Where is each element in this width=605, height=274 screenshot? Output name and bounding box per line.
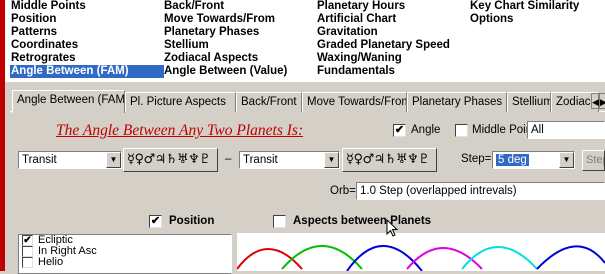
step-value: 5 deg <box>496 154 529 166</box>
range-value: All <box>531 124 544 136</box>
ecliptic-checkbox[interactable]: ✔ <box>22 235 33 246</box>
angle-checkbox[interactable]: ✔ <box>393 124 406 137</box>
menu-column-3: Planetary Hours Artificial Chart Gravita… <box>316 0 450 78</box>
step-select[interactable]: 5 deg ▼ <box>492 151 575 169</box>
aspects-between-planets-label: Aspects between Planets <box>293 215 432 227</box>
planet-glyphs-icon: ☿♀♂♃♄♅♆♇ <box>127 152 211 167</box>
tab-move-towards-from[interactable]: Move Towards/From <box>302 92 407 112</box>
coordinate-system-list[interactable]: ✔ Ecliptic In Right Asc Helio <box>18 234 232 274</box>
menu-item-waxing-waning[interactable]: Waxing/Waning <box>316 52 450 65</box>
menu-item-move-towards-from[interactable]: Move Towards/From <box>163 13 287 26</box>
menu-column-4: Key Chart Similarity Options <box>469 0 579 26</box>
menu-item-fundamentals[interactable]: Fundamentals <box>316 65 450 78</box>
menu-item-graded-planetary-speed[interactable]: Graded Planetary Speed <box>316 39 450 52</box>
menu-item-planetary-phases[interactable]: Planetary Phases <box>163 26 287 39</box>
left-chart-type-select[interactable]: Transit ▼ <box>18 151 122 169</box>
chevron-down-icon[interactable]: ▼ <box>324 152 339 168</box>
menu-column-2: Back/Front Move Towards/From Planetary P… <box>163 0 287 78</box>
angle-label: Angle <box>411 124 441 136</box>
helio-checkbox[interactable] <box>22 257 33 268</box>
menu-column-1: Middle Points Position Patterns Coordina… <box>10 0 164 78</box>
aspects-between-planets-checkbox[interactable] <box>273 215 286 228</box>
step-label: Step= <box>461 153 492 165</box>
menu-item-coordinates[interactable]: Coordinates <box>10 39 164 52</box>
arrow-left-icon: ◀ <box>592 97 599 107</box>
angle-wave-plot <box>237 233 605 271</box>
tab-scroll-left-button[interactable]: ◀ <box>591 93 599 109</box>
menu-item-position[interactable]: Position <box>10 13 164 26</box>
tab-scroll-right-button[interactable]: ▶ <box>599 93 605 109</box>
planet-glyphs-icon: ☿♀♂♃♄♅♆♇ <box>346 152 430 167</box>
tab-pl-picture-aspects[interactable]: Pl. Picture Aspects <box>125 92 236 112</box>
position-label: Position <box>169 215 215 227</box>
dash-separator: – <box>225 153 232 165</box>
orb-input[interactable]: 1.0 Step (overlapped intrevals) <box>356 182 605 200</box>
analysis-menu: Middle Points Position Patterns Coordina… <box>0 0 605 82</box>
menu-item-angle-between-fam[interactable]: Angle Between (FAM) <box>10 65 164 78</box>
window-edge-bar <box>0 0 5 271</box>
wave-cyan <box>461 246 538 270</box>
menu-item-options[interactable]: Options <box>469 13 579 26</box>
mouse-cursor-icon <box>386 219 399 237</box>
tab-back-front[interactable]: Back/Front <box>236 92 302 112</box>
menu-item-zodiacal-aspects[interactable]: Zodiacal Aspects <box>163 52 287 65</box>
step-button[interactable]: Step <box>582 150 605 171</box>
orb-label: Orb= <box>330 185 356 197</box>
menu-item-gravitation[interactable]: Gravitation <box>316 26 450 39</box>
right-planet-picker-button[interactable]: ☿♀♂♃♄♅♆♇ <box>342 148 437 172</box>
left-planet-picker-button[interactable]: ☿♀♂♃♄♅♆♇ <box>123 148 218 172</box>
helio-label: Helio <box>38 256 64 268</box>
right-chart-type-select[interactable]: Transit ▼ <box>239 151 340 169</box>
menu-item-angle-between-value[interactable]: Angle Between (Value) <box>163 65 287 78</box>
tab-strip: Angle Between (FAM) Pl. Picture Aspects … <box>10 90 605 113</box>
menu-item-planetary-hours[interactable]: Planetary Hours <box>316 0 450 13</box>
arrow-right-icon: ▶ <box>600 97 605 107</box>
menu-item-key-chart-similarity[interactable]: Key Chart Similarity <box>469 0 579 13</box>
wave-blue-2 <box>536 245 605 270</box>
range-select[interactable]: All <box>527 121 605 139</box>
list-item[interactable]: Helio <box>19 257 231 268</box>
tab-stellium[interactable]: Stellium <box>507 92 551 112</box>
tab-planetary-phases[interactable]: Planetary Phases <box>407 92 507 112</box>
left-chart-type-value: Transit <box>22 154 57 166</box>
menu-item-middle-points[interactable]: Middle Points <box>10 0 164 13</box>
menu-item-retrogrates[interactable]: Retrogrates <box>10 52 164 65</box>
right-chart-type-value: Transit <box>243 154 278 166</box>
menu-item-artificial-chart[interactable]: Artificial Chart <box>316 13 450 26</box>
chevron-down-icon[interactable]: ▼ <box>106 152 121 168</box>
middle-points-checkbox[interactable] <box>455 124 468 137</box>
position-checkbox[interactable]: ✔ <box>149 215 162 228</box>
menu-item-back-front[interactable]: Back/Front <box>163 0 287 13</box>
panel-title: The Angle Between Any Two Planets Is: <box>56 122 304 139</box>
menu-item-patterns[interactable]: Patterns <box>10 26 164 39</box>
in-right-asc-checkbox[interactable] <box>22 246 33 257</box>
chevron-down-icon[interactable]: ▼ <box>559 152 574 168</box>
wave-blue <box>346 245 423 271</box>
menu-item-stellium[interactable]: Stellium <box>163 39 287 52</box>
tab-angle-between-fam[interactable]: Angle Between (FAM) <box>12 90 125 113</box>
